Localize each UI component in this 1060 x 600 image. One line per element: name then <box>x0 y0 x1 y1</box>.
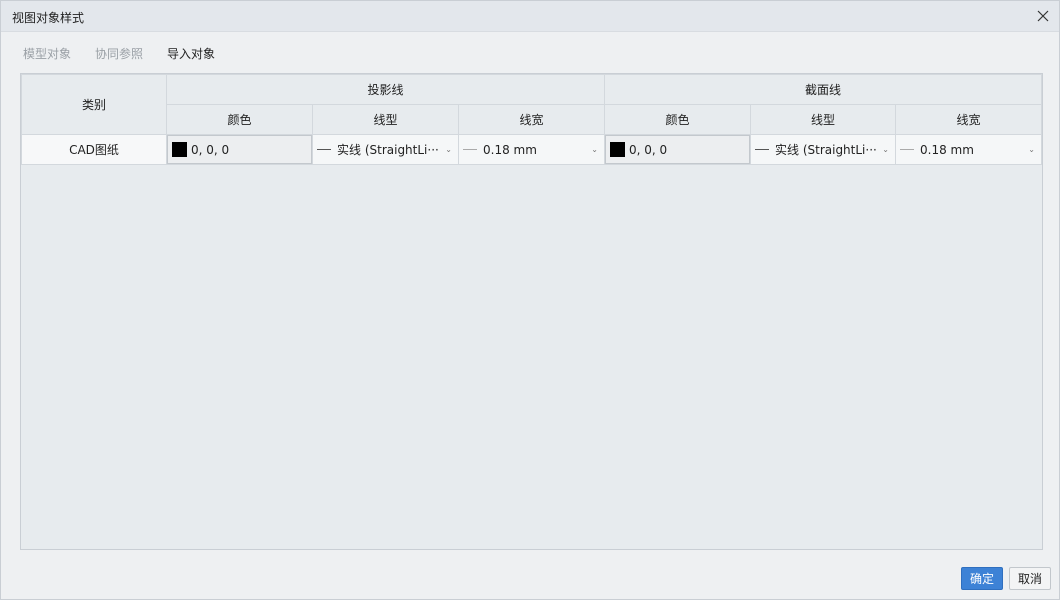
tab-model-objects[interactable]: 模型对象 <box>23 45 71 62</box>
header-projection-lines: 投影线 <box>166 74 605 105</box>
section-linetype-select[interactable]: 实线 (StraightLi··· ⌄ <box>751 135 895 164</box>
line-sample-icon <box>317 149 331 150</box>
tab-imported-objects[interactable]: 导入对象 <box>167 45 215 62</box>
view-object-style-dialog: 视图对象样式 模型对象 协同参照 导入对象 类别 投影线 截面线 颜色 线型 线… <box>0 0 1060 600</box>
header-projection-lineweight: 线宽 <box>458 104 605 135</box>
projection-color-picker[interactable]: 0, 0, 0 <box>167 135 312 164</box>
line-sample-icon <box>463 149 477 150</box>
header-category: 类别 <box>21 74 167 135</box>
close-icon[interactable] <box>1035 8 1051 24</box>
section-lineweight-select[interactable]: 0.18 mm ⌄ <box>896 135 1041 164</box>
chevron-down-icon: ⌄ <box>1028 145 1035 154</box>
projection-linetype-value: 实线 (StraightLi··· <box>337 143 439 157</box>
object-style-grid: 类别 投影线 截面线 颜色 线型 线宽 颜色 线型 线宽 CAD图纸 0, 0,… <box>20 73 1043 550</box>
header-section-lineweight: 线宽 <box>895 104 1042 135</box>
section-linetype-value: 实线 (StraightLi··· <box>775 143 877 157</box>
projection-linetype-select[interactable]: 实线 (StraightLi··· ⌄ <box>313 135 458 164</box>
chevron-down-icon: ⌄ <box>591 145 598 154</box>
dialog-title: 视图对象样式 <box>12 11 85 25</box>
header-section-linetype: 线型 <box>750 104 896 135</box>
section-lineweight-value: 0.18 mm <box>920 142 974 157</box>
tab-bar: 模型对象 协同参照 导入对象 <box>23 45 239 62</box>
projection-lineweight-select[interactable]: 0.18 mm ⌄ <box>459 135 604 164</box>
chevron-down-icon: ⌄ <box>882 145 889 154</box>
projection-color-value: 0, 0, 0 <box>191 142 230 157</box>
row-category: CAD图纸 <box>21 134 167 165</box>
tab-collaboration-reference[interactable]: 协同参照 <box>95 45 143 62</box>
color-swatch <box>610 142 625 157</box>
header-section-lines: 截面线 <box>604 74 1042 105</box>
ok-button[interactable]: 确定 <box>961 567 1003 590</box>
cancel-button[interactable]: 取消 <box>1009 567 1051 590</box>
object-style-table: 类别 投影线 截面线 颜色 线型 线宽 颜色 线型 线宽 CAD图纸 0, 0,… <box>21 74 1042 165</box>
title-bar: 视图对象样式 <box>1 1 1059 32</box>
header-projection-color: 颜色 <box>166 104 313 135</box>
projection-lineweight-value: 0.18 mm <box>483 142 537 157</box>
header-projection-linetype: 线型 <box>312 104 459 135</box>
line-sample-icon <box>755 149 769 150</box>
color-swatch <box>172 142 187 157</box>
section-color-value: 0, 0, 0 <box>629 142 668 157</box>
section-color-picker[interactable]: 0, 0, 0 <box>605 135 750 164</box>
table-row: CAD图纸 0, 0, 0 实线 (StraightLi··· ⌄ 0.18 m… <box>21 134 1042 165</box>
chevron-down-icon: ⌄ <box>445 145 452 154</box>
header-section-color: 颜色 <box>604 104 751 135</box>
line-sample-icon <box>900 149 914 150</box>
